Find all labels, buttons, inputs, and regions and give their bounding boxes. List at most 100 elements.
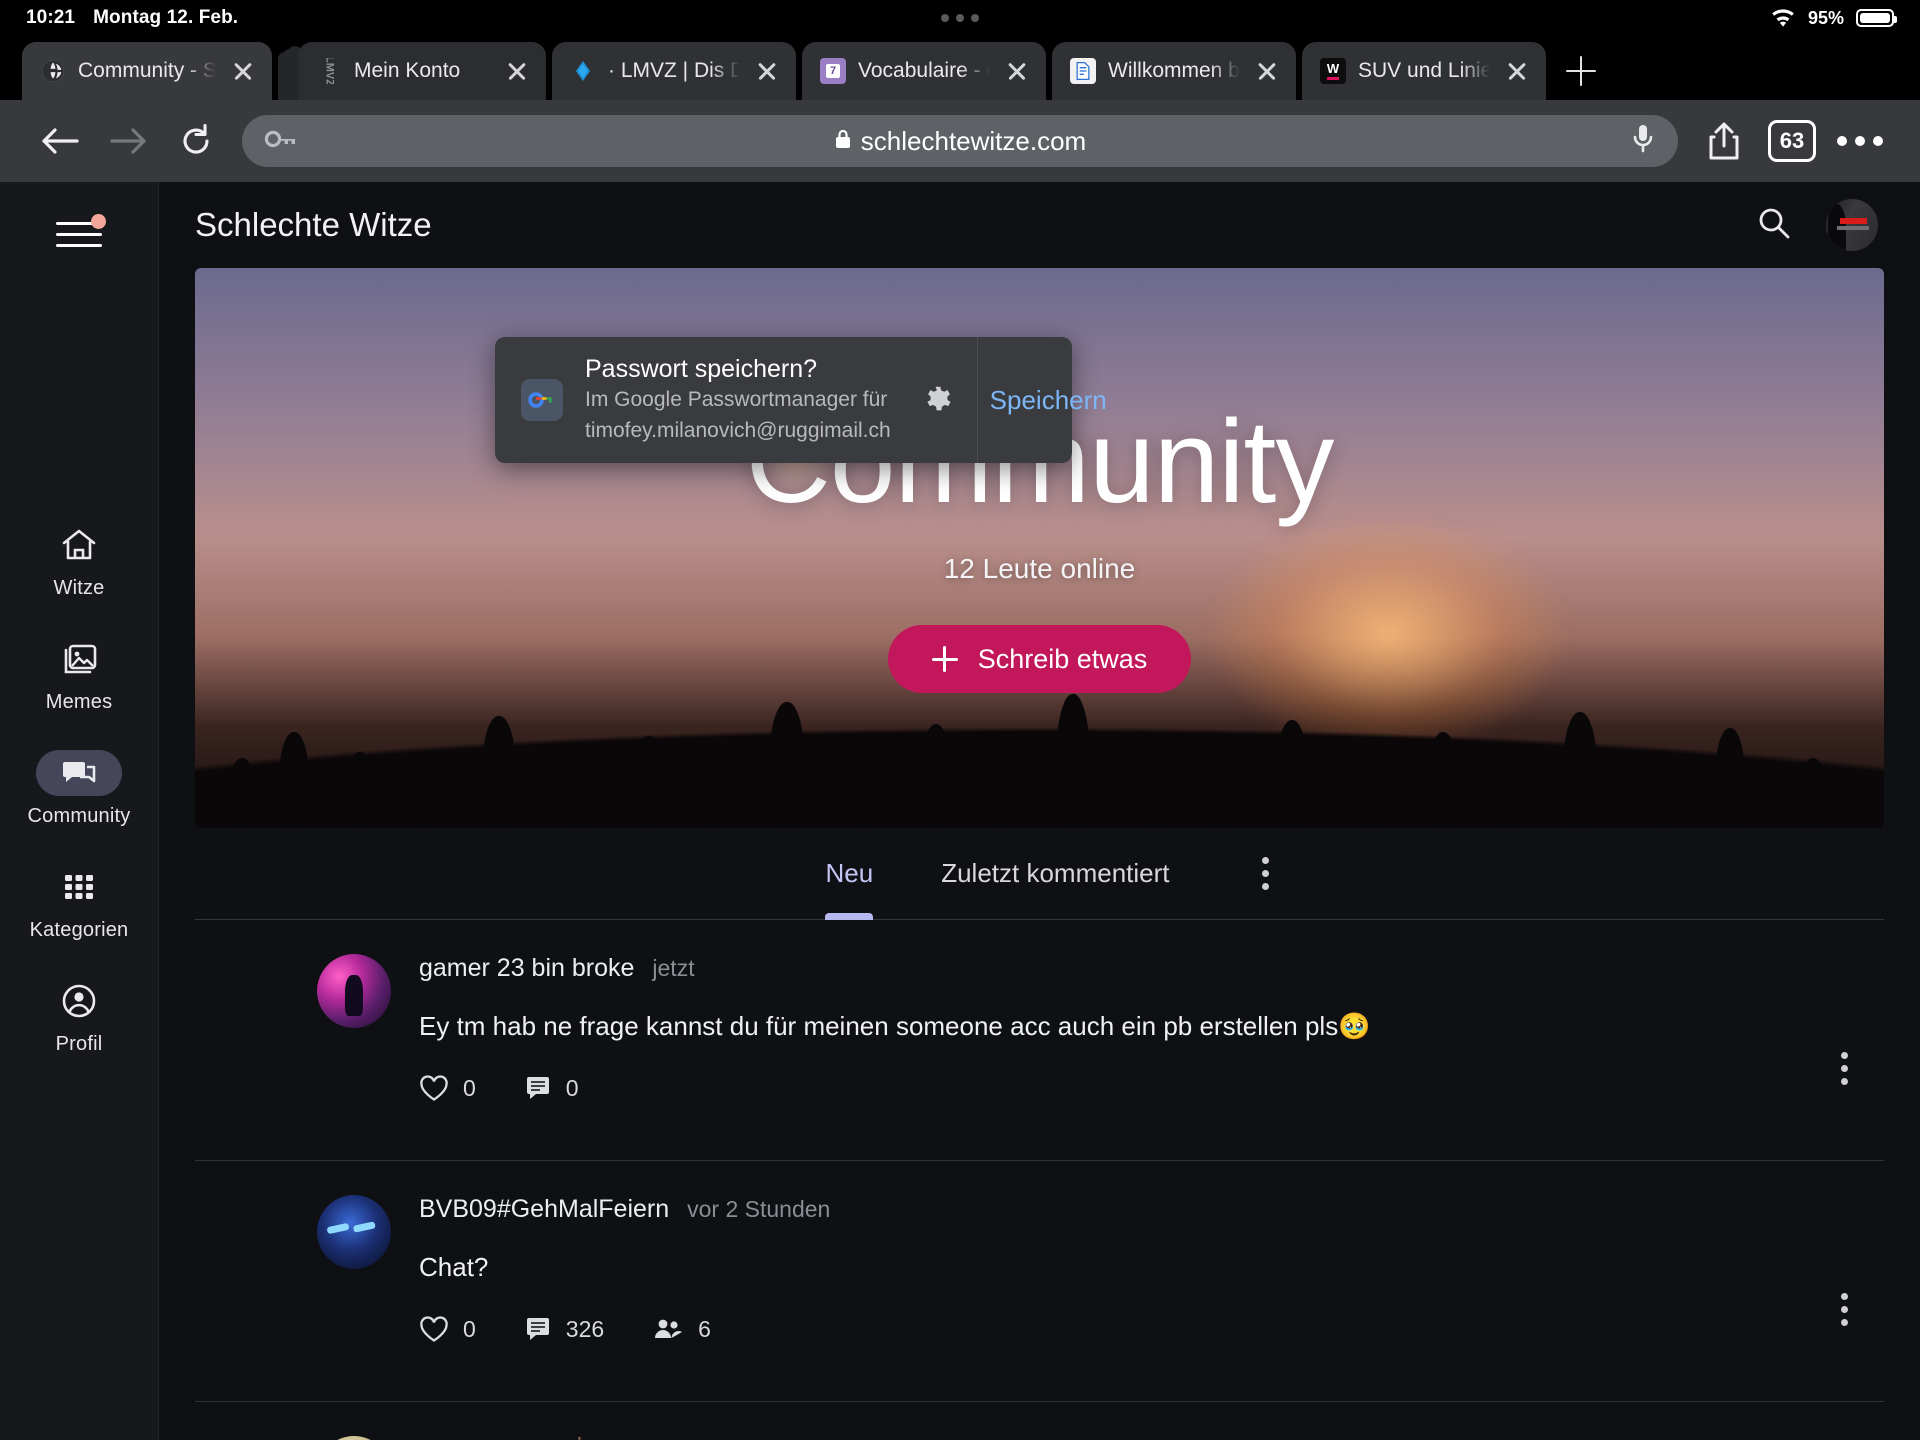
tab-title: · LMVZ | Dis Do <box>608 59 740 82</box>
tab-count-value: 63 <box>1768 120 1816 162</box>
status-time: 10:21 <box>26 7 76 28</box>
lmvz-blue-icon <box>570 58 596 84</box>
plus-icon <box>931 646 958 672</box>
google-password-manager-icon <box>521 379 563 421</box>
close-icon[interactable] <box>1002 56 1032 86</box>
status-left: 10:21 Montag 12. Feb. <box>26 7 238 29</box>
wifi-icon <box>1770 8 1796 28</box>
write-post-button[interactable]: Schreib etwas <box>887 625 1192 693</box>
post-body: BVB09#GehMalFeiern vor 2 Stunden Chat? 0… <box>419 1195 1872 1371</box>
avatar[interactable] <box>317 1195 391 1270</box>
comment-action[interactable]: 326 <box>524 1315 604 1343</box>
post-author[interactable]: BVB09#GehMalFeiern <box>419 1195 669 1224</box>
avatar[interactable] <box>1826 199 1878 251</box>
key-icon[interactable] <box>264 127 298 156</box>
popup-description-line2: timofey.milanovich@ruggimail.ch <box>585 418 891 442</box>
seven-icon: 7 <box>820 58 846 84</box>
header-actions <box>1756 199 1878 251</box>
avatar[interactable] <box>317 954 391 1028</box>
tab-zuletzt-kommentiert[interactable]: Zuletzt kommentiert <box>907 828 1203 920</box>
address-bar[interactable]: schlechtewitze.com <box>242 115 1678 167</box>
lmvz-icon: LMVZ <box>323 58 336 84</box>
home-icon <box>36 522 122 568</box>
close-icon[interactable] <box>502 56 532 86</box>
browser-tab-5[interactable]: W SUV und Linien <box>1302 42 1546 100</box>
sidebar-item-witze[interactable]: Witze <box>0 522 158 600</box>
feed-tabs: Neu Zuletzt kommentiert <box>195 828 1884 920</box>
save-password-button[interactable]: Speichern <box>976 337 1119 463</box>
comment-count: 0 <box>565 1074 579 1101</box>
reload-icon[interactable] <box>162 111 230 171</box>
post-text-value: Ey tm hab ne frage kannst du für meinen … <box>419 1011 1339 1041</box>
browser-tab-1[interactable]: LMVZ Mein Konto <box>298 42 546 100</box>
tab-title: SUV und Linien <box>1358 59 1490 82</box>
app-sidebar: Witze Memes Community Kategorien Profil <box>0 182 159 1440</box>
members-action[interactable]: 6 <box>652 1316 711 1343</box>
grid-icon <box>36 864 122 910</box>
post-feed: gamer 23 bin broke jetzt Ey tm hab ne fr… <box>195 920 1884 1440</box>
sidebar-item-kategorien[interactable]: Kategorien <box>0 864 158 942</box>
comment-count: 326 <box>565 1315 605 1342</box>
microphone-icon[interactable] <box>1630 122 1656 161</box>
heart-icon <box>420 1316 448 1342</box>
sidebar-nav: Witze Memes Community Kategorien Profil <box>0 522 158 1056</box>
post-item: gamer 23 bin broke jetzt Ey tm hab ne fr… <box>195 920 1884 1130</box>
write-post-label: Schreib etwas <box>977 643 1148 674</box>
tab-title: Community - S <box>78 59 216 82</box>
document-icon <box>1070 58 1096 84</box>
notification-dot <box>91 214 106 229</box>
browser-tab-3[interactable]: 7 Vocabulaire - d <box>802 42 1046 100</box>
sidebar-item-memes[interactable]: Memes <box>0 636 158 714</box>
sidebar-item-profil[interactable]: Profil <box>0 978 158 1056</box>
battery-icon <box>1856 9 1897 27</box>
back-arrow-icon[interactable] <box>26 111 94 171</box>
post-actions: 0 326 6 <box>419 1315 1872 1343</box>
like-count: 0 <box>463 1315 476 1342</box>
sidebar-item-label: Witze <box>53 577 105 599</box>
ios-status-bar: 10:21 Montag 12. Feb. 95% <box>0 0 1920 36</box>
post-more-options-icon[interactable] <box>1822 1046 1866 1090</box>
tab-label: Neu <box>825 858 874 888</box>
app-header: Schlechte Witze <box>159 182 1920 268</box>
close-icon[interactable] <box>752 56 782 86</box>
chat-bubbles-icon <box>36 750 122 796</box>
people-icon <box>655 1319 683 1339</box>
close-icon[interactable] <box>1502 56 1532 86</box>
post-actions: 0 0 <box>419 1074 1872 1102</box>
close-icon[interactable] <box>228 56 258 86</box>
tab-label: Zuletzt kommentiert <box>941 858 1170 888</box>
browser-tab-2[interactable]: · LMVZ | Dis Do <box>552 42 796 100</box>
post-author[interactable]: gamer 23 bin broke <box>419 954 634 983</box>
like-count: 0 <box>463 1074 476 1101</box>
multitask-handle[interactable] <box>941 14 979 22</box>
new-tab-button[interactable] <box>1552 42 1610 100</box>
share-icon[interactable] <box>1690 111 1758 171</box>
browser-tab-4[interactable]: Willkommen be <box>1052 42 1296 100</box>
like-action[interactable]: 0 <box>419 1316 476 1343</box>
sidebar-item-community[interactable]: Community <box>0 750 158 828</box>
avatar[interactable] <box>317 1436 391 1440</box>
tab-count-button[interactable]: 63 <box>1758 111 1826 171</box>
sidebar-item-label: Kategorien <box>29 919 129 941</box>
gear-icon[interactable] <box>899 337 977 463</box>
browser-tab-0[interactable]: Community - S <box>22 42 272 100</box>
tab-neu[interactable]: Neu <box>792 828 908 920</box>
members-count: 6 <box>698 1315 711 1342</box>
comment-action[interactable]: 0 <box>524 1074 579 1102</box>
more-options-icon[interactable] <box>1826 111 1894 171</box>
images-icon <box>36 636 122 682</box>
post-timestamp: jetzt <box>652 955 695 981</box>
post-text: Chat? <box>419 1252 489 1283</box>
page-title: Schlechte Witze <box>195 206 432 243</box>
popup-title: Passwort speichern? <box>585 355 818 384</box>
search-icon[interactable] <box>1756 205 1792 246</box>
comment-icon <box>526 1318 549 1341</box>
feed-more-options-icon[interactable] <box>1244 828 1288 920</box>
hamburger-menu-icon[interactable] <box>56 214 106 252</box>
post-emoji: 🥹 <box>1338 1011 1371 1041</box>
sidebar-item-label: Profil <box>55 1033 103 1055</box>
like-action[interactable]: 0 <box>419 1075 476 1102</box>
lock-icon <box>834 126 852 157</box>
close-icon[interactable] <box>1252 56 1282 86</box>
post-more-options-icon[interactable] <box>1822 1287 1866 1331</box>
